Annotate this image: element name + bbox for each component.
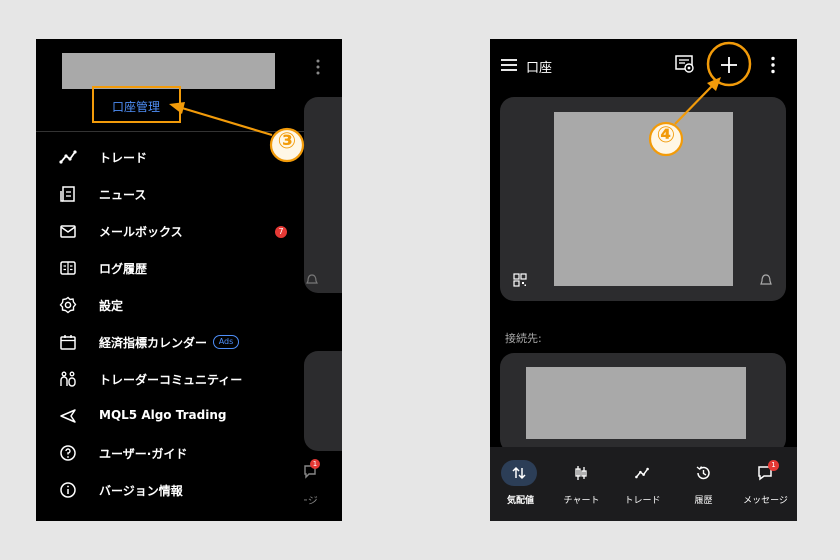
step-4-marker: ④ [656, 123, 676, 148]
step-3-marker: ③ [277, 129, 297, 154]
annotation-overlay [169, 41, 752, 163]
